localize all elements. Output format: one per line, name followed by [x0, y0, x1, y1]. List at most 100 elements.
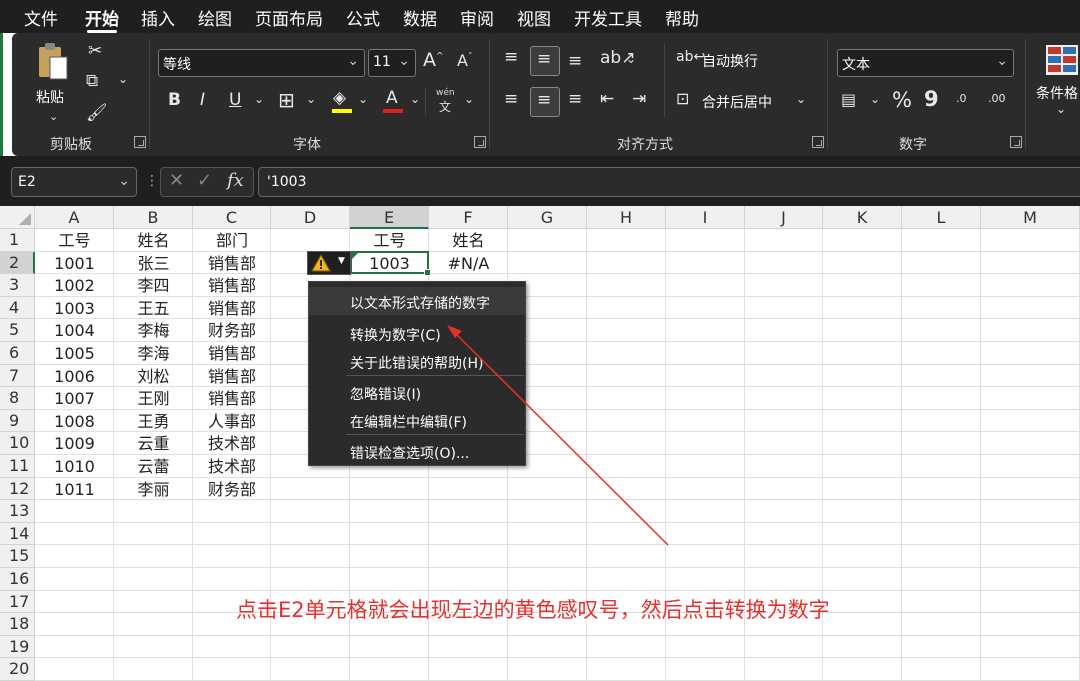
align-top-icon[interactable]: ≡ — [504, 49, 518, 66]
row-header-2[interactable]: 2 — [0, 251, 35, 275]
accounting-format-icon[interactable]: ▤ — [841, 92, 856, 108]
tab-formulas[interactable]: 公式 — [346, 5, 380, 30]
wrap-text-button[interactable]: ab↩ 自动换行 — [676, 47, 776, 73]
cell-c2[interactable]: 销售部 — [193, 252, 271, 274]
decrease-font-icon[interactable]: Aˇ — [457, 53, 472, 69]
align-bottom-icon[interactable]: ≡ — [568, 53, 582, 70]
font-launcher-icon[interactable] — [474, 136, 486, 148]
cell-a11[interactable]: 1010 — [35, 455, 114, 477]
increase-font-icon[interactable]: A^ — [423, 51, 444, 70]
underline-icon[interactable]: U — [229, 92, 241, 109]
paste-dropdown-icon[interactable]: ⌄ — [49, 111, 58, 122]
phonetic-icon[interactable]: wén 文 — [435, 88, 457, 116]
tab-draw[interactable]: 绘图 — [198, 5, 232, 30]
cell-c6[interactable]: 销售部 — [193, 342, 271, 364]
cell-b3[interactable]: 李四 — [114, 274, 193, 296]
cell-b12[interactable]: 李丽 — [114, 478, 193, 500]
row-header-17[interactable]: 17 — [0, 590, 35, 614]
conditional-format-button[interactable]: 条件格 ⌄ — [1034, 43, 1080, 118]
insert-function-icon[interactable]: fx — [227, 170, 244, 191]
row-header-5[interactable]: 5 — [0, 319, 35, 342]
tab-file[interactable]: 文件 — [24, 5, 58, 30]
cell-a12[interactable]: 1011 — [35, 478, 114, 500]
cell-a2[interactable]: 1001 — [35, 252, 114, 274]
cell-b10[interactable]: 云重 — [114, 432, 193, 454]
error-smart-tag-button[interactable]: ▼ — [307, 251, 351, 275]
row-header-14[interactable]: 14 — [0, 522, 35, 546]
row-header-12[interactable]: 12 — [0, 477, 35, 501]
row-header-8[interactable]: 8 — [0, 387, 35, 410]
cell-c12[interactable]: 财务部 — [193, 478, 271, 500]
row-header-15[interactable]: 15 — [0, 545, 35, 568]
tab-data[interactable]: 数据 — [403, 5, 437, 30]
cell-c8[interactable]: 销售部 — [193, 387, 271, 409]
font-name-combo[interactable]: 等线 ⌄ — [158, 49, 365, 77]
cell-b7[interactable]: 刘松 — [114, 365, 193, 387]
tab-review[interactable]: 审阅 — [460, 5, 494, 30]
column-header-g[interactable]: G — [508, 206, 587, 229]
cell-a5[interactable]: 1004 — [35, 319, 114, 341]
font-size-combo[interactable]: 11 ⌄ — [368, 49, 416, 77]
decrease-decimal-icon[interactable]: .00 — [988, 93, 1006, 104]
accounting-dropdown-icon[interactable]: ⌄ — [870, 93, 880, 105]
cell-b1[interactable]: 姓名 — [114, 229, 193, 251]
cell-b8[interactable]: 王刚 — [114, 387, 193, 409]
row-header-20[interactable]: 20 — [0, 658, 35, 681]
row-header-10[interactable]: 10 — [0, 432, 35, 455]
paste-button[interactable]: 粘贴 — [34, 41, 70, 111]
cell-c9[interactable]: 人事部 — [193, 410, 271, 432]
fill-dropdown-icon[interactable]: ⌄ — [358, 93, 368, 105]
cell-a1[interactable]: 工号 — [35, 229, 114, 251]
column-header-f[interactable]: F — [429, 206, 508, 229]
bold-icon[interactable]: B — [168, 92, 181, 109]
font-color-dropdown-icon[interactable]: ⌄ — [410, 93, 420, 105]
font-color-icon[interactable]: A — [382, 90, 404, 114]
cell-a7[interactable]: 1006 — [35, 365, 114, 387]
menu-item-error-help[interactable]: 关于此错误的帮助(H) — [309, 347, 525, 375]
align-right-icon[interactable]: ≡ — [568, 91, 582, 108]
row-header-7[interactable]: 7 — [0, 364, 35, 388]
cell-b9[interactable]: 王勇 — [114, 410, 193, 432]
cell-f2[interactable]: #N/A — [429, 252, 508, 274]
column-header-c[interactable]: C — [193, 206, 271, 229]
row-header-16[interactable]: 16 — [0, 568, 35, 591]
cell-a4[interactable]: 1003 — [35, 297, 114, 319]
formula-input[interactable]: '1003 — [258, 167, 1080, 197]
cell-a9[interactable]: 1008 — [35, 410, 114, 432]
row-header-19[interactable]: 19 — [0, 635, 35, 659]
select-all-button[interactable] — [0, 206, 35, 229]
column-header-m[interactable]: M — [981, 206, 1080, 229]
tab-developer[interactable]: 开发工具 — [574, 5, 642, 30]
column-header-d[interactable]: D — [271, 206, 350, 229]
row-header-11[interactable]: 11 — [0, 455, 35, 478]
tab-view[interactable]: 视图 — [517, 5, 551, 30]
menu-item-error-checking-options[interactable]: 错误检查选项(O)... — [309, 437, 525, 465]
tab-insert[interactable]: 插入 — [141, 5, 175, 30]
cell-c10[interactable]: 技术部 — [193, 432, 271, 454]
menu-item-ignore-error[interactable]: 忽略错误(I) — [309, 378, 525, 406]
menu-item-edit-in-formula-bar[interactable]: 在编辑栏中编辑(F) — [309, 406, 525, 434]
column-header-j[interactable]: J — [745, 206, 823, 229]
cell-e1[interactable]: 工号 — [350, 229, 429, 251]
cell-a3[interactable]: 1002 — [35, 274, 114, 296]
fill-color-icon[interactable]: ◈ — [331, 90, 353, 114]
cell-b11[interactable]: 云蕾 — [114, 455, 193, 477]
enter-icon[interactable]: ✓ — [197, 170, 212, 191]
format-painter-icon[interactable]: 🖌 — [86, 105, 108, 122]
italic-icon[interactable]: I — [200, 92, 205, 109]
cell-c5[interactable]: 财务部 — [193, 319, 271, 341]
comma-style-icon[interactable]: 9 — [924, 89, 939, 110]
percent-icon[interactable]: % — [892, 90, 912, 111]
cell-c3[interactable]: 销售部 — [193, 274, 271, 296]
cell-c11[interactable]: 技术部 — [193, 455, 271, 477]
cell-c1[interactable]: 部门 — [193, 229, 271, 251]
menu-item-convert-to-number[interactable]: 转换为数字(C) — [309, 319, 525, 347]
cell-b4[interactable]: 王五 — [114, 297, 193, 319]
tab-help[interactable]: 帮助 — [665, 5, 699, 30]
name-box[interactable]: E2 ⌄ — [11, 167, 137, 197]
orientation-dropdown-icon[interactable]: ⌄ — [626, 53, 636, 65]
cell-a8[interactable]: 1007 — [35, 387, 114, 409]
cell-c4[interactable]: 销售部 — [193, 297, 271, 319]
column-header-k[interactable]: K — [823, 206, 902, 229]
row-header-18[interactable]: 18 — [0, 613, 35, 636]
